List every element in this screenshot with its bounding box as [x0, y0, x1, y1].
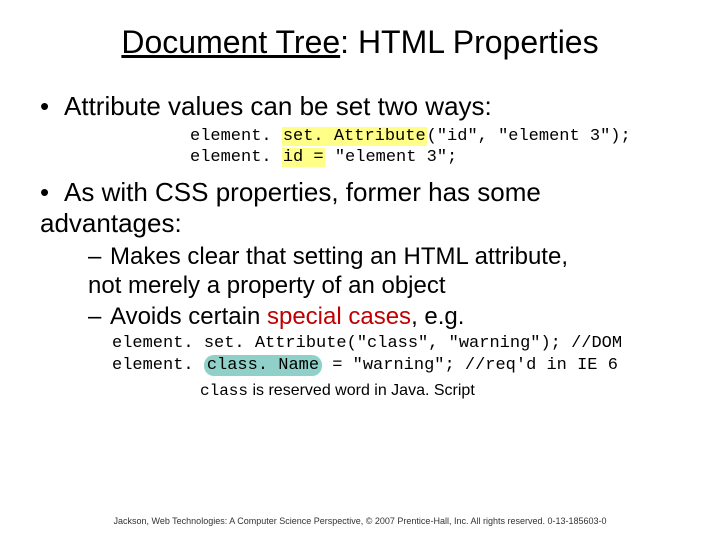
sub-bullet-2: Avoids certain special cases, e.g.	[88, 303, 680, 332]
note-code: class	[200, 382, 248, 400]
highlight-setattribute: set. Attribute	[282, 127, 427, 146]
code-block-2: element. set. Attribute("class", "warnin…	[112, 333, 680, 376]
note-rest: is reserved word in Java. Script	[248, 382, 475, 399]
highlight-classname: class. Name	[204, 355, 322, 376]
reserved-word-note: class is reserved word in Java. Script	[200, 382, 680, 400]
footer-citation: Jackson, Web Technologies: A Computer Sc…	[0, 516, 720, 526]
sub2-a: Avoids certain	[110, 303, 267, 330]
sub1-line1: Makes clear that setting an HTML attribu…	[110, 243, 568, 270]
bullet-2-line2: advantages:	[40, 208, 182, 238]
slide-title: Document Tree: HTML Properties	[40, 24, 680, 61]
sub2-b: , e.g.	[411, 303, 464, 330]
bullet-1: Attribute values can be set two ways:	[40, 91, 680, 122]
special-cases-red: special cases	[267, 303, 411, 330]
bullet-1-text: Attribute values can be set two ways:	[64, 91, 492, 121]
highlight-id-equals: id =	[282, 148, 325, 167]
sub-bullet-1: Makes clear that setting an HTML attribu…	[88, 243, 680, 301]
sub1-line2: not merely a property of an object	[88, 272, 446, 299]
bullet-2: As with CSS properties, former has some …	[40, 177, 680, 239]
bullet-2-line1: As with CSS properties, former has some	[64, 177, 541, 207]
title-rest: : HTML Properties	[340, 24, 598, 60]
title-underlined: Document Tree	[121, 24, 340, 60]
code-block-1: element. set. Attribute("id", "element 3…	[190, 126, 680, 169]
